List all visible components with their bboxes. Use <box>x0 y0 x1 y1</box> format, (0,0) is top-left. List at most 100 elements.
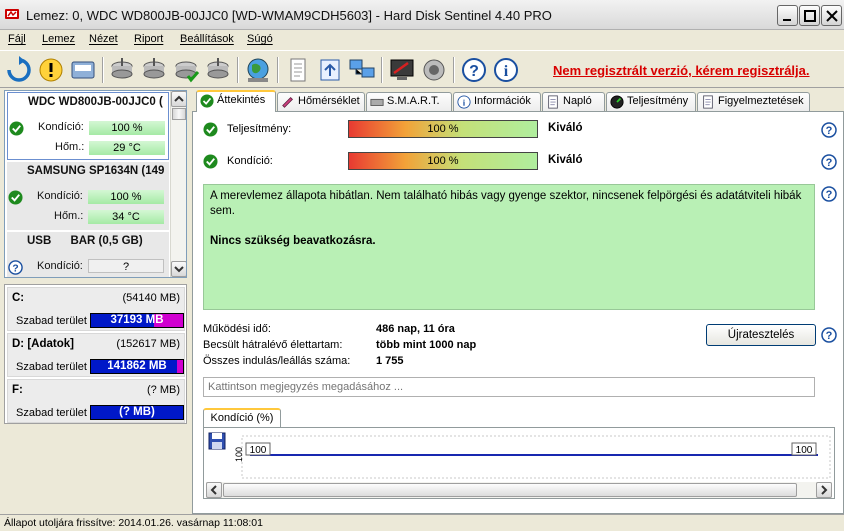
menu-disk[interactable]: Lemez <box>42 33 75 45</box>
disk-card-samsung[interactable]: SAMSUNG SP1634N (149 Kondíció: 100 % Hőm… <box>7 162 169 230</box>
tab-label: Információk <box>474 95 531 107</box>
status-text: Állapot utoljára frissítve: 2014.01.26. … <box>4 517 263 529</box>
condition-graph-tab[interactable]: Kondíció (%) <box>203 408 281 428</box>
start-stop-value: 1 755 <box>376 355 404 367</box>
tab-log[interactable]: Napló <box>542 92 605 112</box>
tab-alerts[interactable]: Figyelmeztetések <box>697 92 810 112</box>
tab-information[interactable]: i Információk <box>453 92 541 112</box>
condition-graph: 100 100 100 <box>203 427 835 499</box>
send-report-icon <box>320 59 340 81</box>
disk-title: WDC WD800JB-00JJC0 ( <box>28 96 163 108</box>
svg-text:?: ? <box>826 157 833 169</box>
disk-test-button-3[interactable] <box>204 56 232 84</box>
sound-button[interactable] <box>420 56 448 84</box>
ok-check-icon <box>200 94 214 108</box>
scroll-right-button[interactable] <box>816 482 832 498</box>
save-icon[interactable] <box>208 432 226 450</box>
report-button[interactable] <box>284 56 312 84</box>
disk-info-button[interactable] <box>69 56 97 84</box>
document-icon <box>548 95 558 109</box>
tab-smart[interactable]: S.M.A.R.T. <box>366 92 452 112</box>
scroll-up-button[interactable] <box>171 91 186 107</box>
ok-check-icon <box>8 190 23 205</box>
arrow-down-icon <box>174 266 184 273</box>
close-button[interactable] <box>821 5 842 26</box>
volume-c[interactable]: C: (54140 MB) Szabad terület 37193 MB <box>7 287 185 331</box>
retest-button[interactable]: Újratesztelés <box>706 324 816 346</box>
condition-bar: 100 % <box>348 152 538 170</box>
scroll-down-button[interactable] <box>171 261 186 277</box>
help-icon[interactable]: ? <box>821 186 837 202</box>
settings-button[interactable] <box>388 56 416 84</box>
tab-label: Teljesítmény <box>627 95 689 107</box>
graph-horizontal-scrollbar[interactable] <box>206 482 832 498</box>
tab-label: Napló <box>563 95 592 107</box>
volume-size: (? MB) <box>147 384 180 396</box>
alert-button[interactable] <box>37 56 65 84</box>
hdd-icon <box>143 58 165 79</box>
register-link[interactable]: Nem regisztrált verzió, kérem regisztrál… <box>553 63 810 78</box>
free-space-value: 141862 MB <box>107 360 167 372</box>
disk-condition-label: Kondíció: <box>37 190 83 202</box>
volume-size: (152617 MB) <box>116 338 180 350</box>
speaker-icon <box>423 59 445 81</box>
minimize-button[interactable] <box>777 5 798 26</box>
tab-performance[interactable]: Teljesítmény <box>606 92 696 112</box>
performance-bar: 100 % <box>348 120 538 138</box>
disk-temp-value: 29 °C <box>89 141 165 155</box>
about-button[interactable]: i <box>492 56 520 84</box>
y-axis-tick-label: 100 <box>234 447 244 462</box>
hdd-check-icon <box>175 61 200 83</box>
menu-help[interactable]: Súgó <box>247 33 273 45</box>
svg-text:?: ? <box>826 189 833 201</box>
help-icon[interactable]: ? <box>821 122 837 138</box>
scroll-thumb[interactable] <box>172 108 186 120</box>
menu-settings[interactable]: Beállítások <box>180 33 234 45</box>
hdd-icon <box>207 58 229 79</box>
free-space-label: Szabad terület <box>16 361 87 373</box>
disk-temp-label: Hőm.: <box>55 141 85 153</box>
tab-temperature[interactable]: Hőmérséklet <box>277 92 365 112</box>
svg-text:?: ? <box>12 263 18 274</box>
svg-text:?: ? <box>469 63 479 80</box>
note-input[interactable] <box>203 377 815 397</box>
internet-button[interactable] <box>244 56 272 84</box>
arrow-right-icon <box>821 485 828 495</box>
ok-check-icon <box>9 121 24 136</box>
menu-report[interactable]: Riport <box>134 33 163 45</box>
close-icon <box>826 10 838 22</box>
info-icon: i <box>494 58 518 82</box>
svg-text:i: i <box>504 63 509 80</box>
free-space-label: Szabad terület <box>16 315 87 327</box>
menu-view[interactable]: Nézet <box>89 33 118 45</box>
disk-test-button-2[interactable] <box>140 56 168 84</box>
disk-temp-value: 34 °C <box>88 210 164 224</box>
menu-file[interactable]: Fájl <box>8 33 26 45</box>
disk-card-wdc[interactable]: WDC WD800JB-00JJC0 ( Kondíció: 100 % Hőm… <box>7 92 169 160</box>
disk-test-button-1[interactable] <box>108 56 136 84</box>
help-button[interactable]: ? <box>460 56 488 84</box>
volume-d[interactable]: D: [Adatok] (152617 MB) Szabad terület 1… <box>7 333 185 377</box>
disk-list-scrollbar[interactable] <box>170 91 186 277</box>
disk-verify-button[interactable] <box>172 56 200 84</box>
help-icon[interactable]: ? <box>821 154 837 170</box>
free-space-value: 37193 MB <box>110 314 164 326</box>
status-description-box: A merevlemez állapota hibátlan. Nem talá… <box>203 184 815 310</box>
scroll-thumb[interactable] <box>223 483 797 497</box>
refresh-button[interactable] <box>5 56 33 84</box>
send-report-button[interactable] <box>316 56 344 84</box>
scroll-left-button[interactable] <box>206 482 222 498</box>
free-space-label: Szabad terület <box>16 407 87 419</box>
help-icon[interactable]: ? <box>821 327 837 343</box>
volume-f[interactable]: F: (? MB) Szabad terület (? MB) <box>7 379 185 423</box>
window-title: Lemez: 0, WDC WD800JB-00JJC0 [WD-WMAM9CD… <box>26 8 552 23</box>
tab-label: Áttekintés <box>217 94 266 106</box>
disk-card-usb[interactable]: USB BAR (0,5 GB) ? Kondíció: ? <box>7 232 169 277</box>
remaining-life-label: Becsült hátralévő élettartam: <box>203 339 343 351</box>
minimize-icon <box>783 19 791 21</box>
condition-rating: Kiváló <box>548 154 583 166</box>
maximize-button[interactable] <box>799 5 820 26</box>
tab-overview[interactable]: Áttekintés <box>196 90 276 112</box>
network-button[interactable] <box>348 56 376 84</box>
menu-bar: Fájl Lemez Nézet Riport Beállítások Súgó <box>0 30 844 50</box>
